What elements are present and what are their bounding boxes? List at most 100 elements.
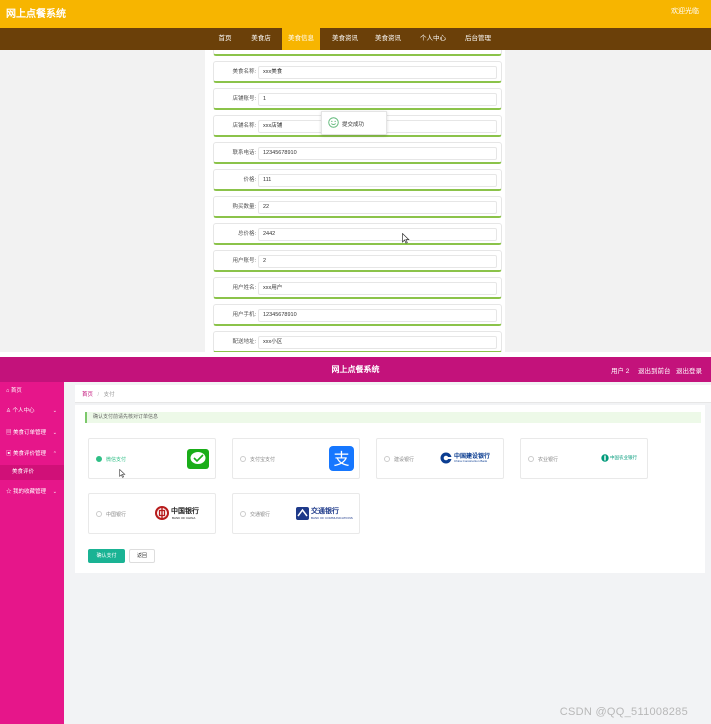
nav-home[interactable]: 首页 xyxy=(210,28,240,50)
sidebar-item-personal[interactable]: ♙ 个人中心 ⌄ xyxy=(0,404,64,419)
alipay-logo: 支 xyxy=(329,446,354,471)
total-price-field[interactable]: 2442 xyxy=(258,228,497,241)
watermark: CSDN @QQ_511008285 xyxy=(559,706,688,718)
pay-option-label: 农业银行 xyxy=(538,457,559,463)
field-label: 店铺名称: xyxy=(232,123,256,129)
admin-title: 网上点餐系统 xyxy=(331,365,380,374)
field-label: 价格: xyxy=(243,177,256,183)
user-icon: ♙ xyxy=(6,408,11,414)
nav-food-review[interactable]: 美食资讯 xyxy=(325,28,365,50)
bocom-emblem-icon xyxy=(296,507,309,520)
sidebar-item-reviews[interactable]: ▣ 美食评价管理 ⌃ xyxy=(0,447,64,462)
pay-option-ccb[interactable]: 建设银行 中国建设银行 China Construction Bank xyxy=(376,438,504,479)
boc-logo-text: 中国银行 xyxy=(171,508,199,515)
pay-option-label: 中国银行 xyxy=(106,512,127,518)
main-nav: 首页 美食店 美食信息 美食资讯 美食资讯 个人中心 后台管理 xyxy=(0,28,711,50)
form-row-partial xyxy=(213,50,502,56)
address-field[interactable]: xxx小区 xyxy=(258,336,497,349)
field-label: 美食名称: xyxy=(232,69,256,75)
list-icon: ▤ xyxy=(6,430,12,436)
phone-field[interactable]: 12345678910 xyxy=(258,147,497,160)
field-label: 店铺账号: xyxy=(232,96,256,102)
food-detail-screen: 网上点餐系统 欢迎光临 首页 美食店 美食信息 美食资讯 美食资讯 个人中心 后… xyxy=(0,0,711,352)
divider xyxy=(75,402,711,403)
chevron-down-icon: ⌄ xyxy=(52,430,57,436)
boc-emblem-icon xyxy=(155,506,169,520)
user-phone-field[interactable]: 12345678910 xyxy=(258,309,497,322)
boc-logo: 中国银行 BANK OF CHINA xyxy=(155,506,207,524)
pay-option-wechat[interactable]: 微信支付 xyxy=(88,438,216,479)
info-tip: 确认支付前请先核对订单信息 xyxy=(85,412,701,423)
sidebar-item-label: 我的收藏管理 xyxy=(13,489,47,495)
nav-food-shop[interactable]: 美食店 xyxy=(244,28,278,50)
nav-food-news[interactable]: 美食资讯 xyxy=(368,28,408,50)
radio-icon[interactable] xyxy=(96,511,102,517)
admin-header: 网上点餐系统 用户 2 退出到前台 退出登录 xyxy=(0,357,711,382)
sidebar-subitem-review[interactable]: 美食评价 xyxy=(0,465,64,480)
radio-icon[interactable] xyxy=(384,456,390,462)
sidebar-item-label: 美食订单管理 xyxy=(13,430,47,436)
form-row-user-phone: 用户手机: 12345678910 xyxy=(213,304,502,326)
smile-icon xyxy=(328,117,339,128)
chevron-down-icon: ⌄ xyxy=(52,408,57,414)
mouse-cursor-icon xyxy=(402,233,410,244)
food-name-field[interactable]: xxx美食 xyxy=(258,66,497,79)
breadcrumb: 首页 / 支付 xyxy=(75,385,711,403)
sidebar-item-orders[interactable]: ▤ 美食订单管理 ⌄ xyxy=(0,426,64,441)
radio-icon[interactable] xyxy=(240,511,246,517)
pay-option-bocom[interactable]: 交通银行 交通银行 BANK OF COMMUNICATIONS xyxy=(232,493,360,534)
bocom-logo-text: 交通银行 xyxy=(311,508,339,515)
top-header: 网上点餐系统 欢迎光临 xyxy=(0,0,711,28)
field-label: 配送地址: xyxy=(232,339,256,345)
breadcrumb-home[interactable]: 首页 xyxy=(82,392,93,398)
mouse-cursor-icon xyxy=(119,469,126,478)
bocom-logo-en: BANK OF COMMUNICATIONS xyxy=(311,516,353,520)
price-field[interactable]: 111 xyxy=(258,174,497,187)
boc-logo-en: BANK OF CHINA xyxy=(172,516,196,520)
sidebar-item-label: 美食评价管理 xyxy=(13,451,47,457)
toast-message: 提交成功 xyxy=(342,122,365,128)
pay-option-boc[interactable]: 中国银行 中国银行 BANK OF CHINA xyxy=(88,493,216,534)
chevron-down-icon: ⌄ xyxy=(52,489,57,495)
order-form: 美食名称: xxx美食 店铺账号: 1 店铺名称: xxx店铺 联系电话: 12… xyxy=(205,50,505,352)
form-row-food-name: 美食名称: xxx美食 xyxy=(213,61,502,83)
form-row-shop-account: 店铺账号: 1 xyxy=(213,88,502,110)
abc-emblem-icon xyxy=(601,454,609,462)
field-label: 总价格: xyxy=(237,231,256,237)
ccb-logo-en: China Construction Bank xyxy=(454,459,488,463)
user-name-field[interactable]: xxx用户 xyxy=(258,282,497,295)
radio-icon[interactable] xyxy=(240,456,246,462)
breadcrumb-current: 支付 xyxy=(103,392,115,398)
field-label: 用户手机: xyxy=(232,312,256,318)
nav-user-center[interactable]: 个人中心 xyxy=(414,28,452,50)
sidebar-item-label: 美食评价 xyxy=(12,469,35,475)
nav-food-info[interactable]: 美食信息 xyxy=(282,28,320,50)
nav-admin[interactable]: 后台管理 xyxy=(458,28,498,50)
pay-option-abc[interactable]: 农业银行 中国农业银行 xyxy=(520,438,648,479)
shop-account-field[interactable]: 1 xyxy=(258,93,497,106)
quantity-field[interactable]: 22 xyxy=(258,201,497,214)
confirm-pay-button[interactable]: 确认支付 xyxy=(88,549,125,563)
sidebar-item-home[interactable]: ⌂ 首页 xyxy=(0,384,64,399)
pay-option-alipay[interactable]: 支付宝支付 支 xyxy=(232,438,360,479)
back-to-front-link[interactable]: 退出到前台 xyxy=(638,365,671,375)
pay-option-label: 交通银行 xyxy=(250,512,271,518)
back-button[interactable]: 返回 xyxy=(129,549,155,563)
ccb-logo: 中国建设银行 China Construction Bank xyxy=(440,451,496,467)
user-account-field[interactable]: 2 xyxy=(258,255,497,268)
radio-checked-icon[interactable] xyxy=(96,456,102,462)
payment-panel: 确认支付前请先核对订单信息 微信支付 支付宝支付 支 建设银行 中国建设银行 C… xyxy=(75,405,705,573)
abc-logo-text: 中国农业银行 xyxy=(610,455,637,460)
logout-link[interactable]: 退出登录 xyxy=(676,365,702,375)
bocom-logo: 交通银行 BANK OF COMMUNICATIONS xyxy=(296,506,356,524)
svg-text:支: 支 xyxy=(333,450,349,469)
form-row-user-account: 用户账号: 2 xyxy=(213,250,502,272)
chevron-up-icon: ⌃ xyxy=(52,451,57,457)
form-row-price: 价格: 111 xyxy=(213,169,502,191)
radio-icon[interactable] xyxy=(528,456,534,462)
welcome-text: 欢迎光临 xyxy=(671,8,699,15)
sidebar-item-favorites[interactable]: ☆ 我的收藏管理 ⌄ xyxy=(0,485,64,500)
pay-option-label: 微信支付 xyxy=(106,457,127,463)
payment-screen: 网上点餐系统 用户 2 退出到前台 退出登录 ⌂ 首页 ♙ 个人中心 ⌄ ▤ 美… xyxy=(0,357,711,724)
home-icon: ⌂ xyxy=(6,388,10,394)
